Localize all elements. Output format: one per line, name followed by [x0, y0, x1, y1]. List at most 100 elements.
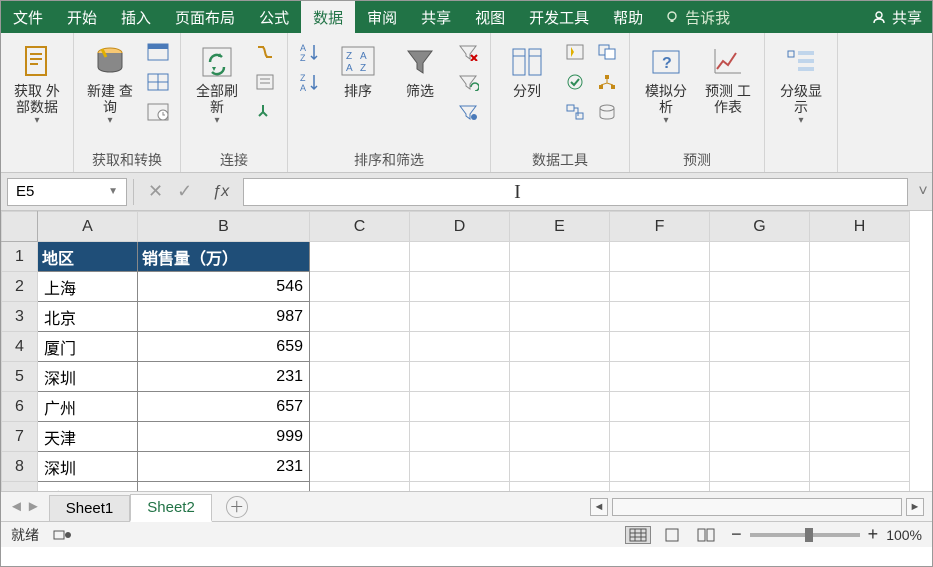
cell-A5[interactable]: 深圳 — [38, 362, 138, 392]
cell-B7[interactable]: 999 — [138, 422, 310, 452]
enter-icon[interactable]: ✓ — [177, 181, 192, 202]
new-query-button[interactable]: 新建 查询 ▾ — [82, 39, 138, 130]
row-header-8[interactable]: 8 — [2, 452, 38, 482]
sheet-tab-2[interactable]: Sheet2 — [130, 494, 212, 522]
tab-dev[interactable]: 开发工具 — [517, 1, 601, 33]
zoom-out-button[interactable]: − — [731, 524, 742, 545]
hscroll-left[interactable]: ◄ — [590, 498, 608, 516]
cell-A1[interactable]: 地区 — [38, 242, 138, 272]
col-header-D[interactable]: D — [410, 212, 510, 242]
clear-filter-button[interactable] — [454, 39, 482, 65]
sort-label: 排序 — [344, 83, 372, 99]
sort-desc-button[interactable]: ZA — [296, 69, 324, 95]
cell-A3[interactable]: 北京 — [38, 302, 138, 332]
outline-button[interactable]: 分级显示 ▾ — [773, 39, 829, 130]
col-header-G[interactable]: G — [710, 212, 810, 242]
remove-dup-button[interactable] — [593, 39, 621, 65]
show-queries-button[interactable] — [144, 39, 172, 65]
tab-nav-next[interactable]: ► — [26, 498, 41, 515]
cell-B4[interactable]: 659 — [138, 332, 310, 362]
cell-C1[interactable] — [310, 242, 410, 272]
tab-layout[interactable]: 页面布局 — [163, 1, 247, 33]
col-header-F[interactable]: F — [610, 212, 710, 242]
row-header-1[interactable]: 1 — [2, 242, 38, 272]
formula-input[interactable]: I — [243, 178, 908, 206]
view-pagebreak-button[interactable] — [693, 526, 719, 544]
sort-button[interactable]: ZAAZ 排序 — [330, 39, 386, 103]
expand-formula-bar[interactable]: ˅ — [914, 183, 932, 201]
tab-file[interactable]: 文件 — [1, 1, 55, 33]
relationships-button[interactable] — [561, 99, 589, 125]
tab-help[interactable]: 帮助 — [601, 1, 655, 33]
tab-data[interactable]: 数据 — [301, 1, 355, 33]
cell-A9[interactable]: 厦门 — [38, 482, 138, 492]
forecast-button[interactable]: 预测 工作表 — [700, 39, 756, 119]
spreadsheet-grid[interactable]: A B C D E F G H 1 地区 销售量（万） 2上海546 3北京98… — [1, 211, 932, 491]
select-all-corner[interactable] — [2, 212, 38, 242]
col-header-C[interactable]: C — [310, 212, 410, 242]
cell-B2[interactable]: 546 — [138, 272, 310, 302]
refresh-all-button[interactable]: 全部刷新 ▾ — [189, 39, 245, 130]
row-header-2[interactable]: 2 — [2, 272, 38, 302]
tab-home[interactable]: 开始 — [55, 1, 109, 33]
share-button[interactable]: 共享 — [862, 1, 932, 33]
tab-insert[interactable]: 插入 — [109, 1, 163, 33]
edit-links-button[interactable] — [251, 99, 279, 125]
hscroll-track[interactable] — [612, 498, 902, 516]
row-header-9[interactable] — [2, 482, 38, 492]
cell-B3[interactable]: 987 — [138, 302, 310, 332]
row-header-6[interactable]: 6 — [2, 392, 38, 422]
tab-share-top[interactable]: 共享 — [409, 1, 463, 33]
row-header-5[interactable]: 5 — [2, 362, 38, 392]
col-header-H[interactable]: H — [810, 212, 910, 242]
from-table-button[interactable] — [144, 69, 172, 95]
recent-sources-button[interactable] — [144, 99, 172, 125]
name-box[interactable]: E5 ▼ — [7, 178, 127, 206]
flash-fill-button[interactable] — [561, 39, 589, 65]
filter-button[interactable]: 筛选 — [392, 39, 448, 103]
fx-icon[interactable]: ƒx — [212, 183, 229, 201]
zoom-slider[interactable] — [750, 533, 860, 537]
row-header-4[interactable]: 4 — [2, 332, 38, 362]
col-header-A[interactable]: A — [38, 212, 138, 242]
tab-review[interactable]: 审阅 — [355, 1, 409, 33]
cell-B6[interactable]: 657 — [138, 392, 310, 422]
row-header-3[interactable]: 3 — [2, 302, 38, 332]
cell-A7[interactable]: 天津 — [38, 422, 138, 452]
add-sheet-button[interactable]: ＋ — [226, 496, 248, 518]
view-normal-button[interactable] — [625, 526, 651, 544]
zoom-in-button[interactable]: + — [868, 524, 879, 545]
sort-asc-button[interactable]: AZ — [296, 39, 324, 65]
col-header-B[interactable]: B — [138, 212, 310, 242]
whatif-button[interactable]: ? 模拟分析 ▾ — [638, 39, 694, 130]
cell-B8[interactable]: 231 — [138, 452, 310, 482]
view-layout-button[interactable] — [659, 526, 685, 544]
cancel-icon[interactable]: ✕ — [148, 181, 163, 202]
reapply-button[interactable] — [454, 69, 482, 95]
hscroll-right[interactable]: ► — [906, 498, 924, 516]
tell-me[interactable]: 告诉我 — [655, 1, 740, 33]
row-header-7[interactable]: 7 — [2, 422, 38, 452]
get-external-data-button[interactable]: 获取 外部数据 ▾ — [9, 39, 65, 130]
text-to-columns-button[interactable]: 分列 — [499, 39, 555, 103]
sheet-tab-1[interactable]: Sheet1 — [49, 495, 131, 521]
zoom-level[interactable]: 100% — [886, 527, 922, 543]
cell-A2[interactable]: 上海 — [38, 272, 138, 302]
cell-A8[interactable]: 深圳 — [38, 452, 138, 482]
cell-B9[interactable] — [138, 482, 310, 492]
tab-view[interactable]: 视图 — [463, 1, 517, 33]
cell-A6[interactable]: 广州 — [38, 392, 138, 422]
tab-nav-prev[interactable]: ◄ — [9, 498, 24, 515]
macro-record-icon[interactable] — [53, 528, 71, 542]
col-header-E[interactable]: E — [510, 212, 610, 242]
cell-B5[interactable]: 231 — [138, 362, 310, 392]
data-model-button[interactable] — [593, 99, 621, 125]
consolidate-button[interactable] — [593, 69, 621, 95]
cell-B1[interactable]: 销售量（万） — [138, 242, 310, 272]
properties-button[interactable] — [251, 69, 279, 95]
data-validation-button[interactable] — [561, 69, 589, 95]
advanced-button[interactable] — [454, 99, 482, 125]
cell-A4[interactable]: 厦门 — [38, 332, 138, 362]
connections-button[interactable] — [251, 39, 279, 65]
tab-formulas[interactable]: 公式 — [247, 1, 301, 33]
